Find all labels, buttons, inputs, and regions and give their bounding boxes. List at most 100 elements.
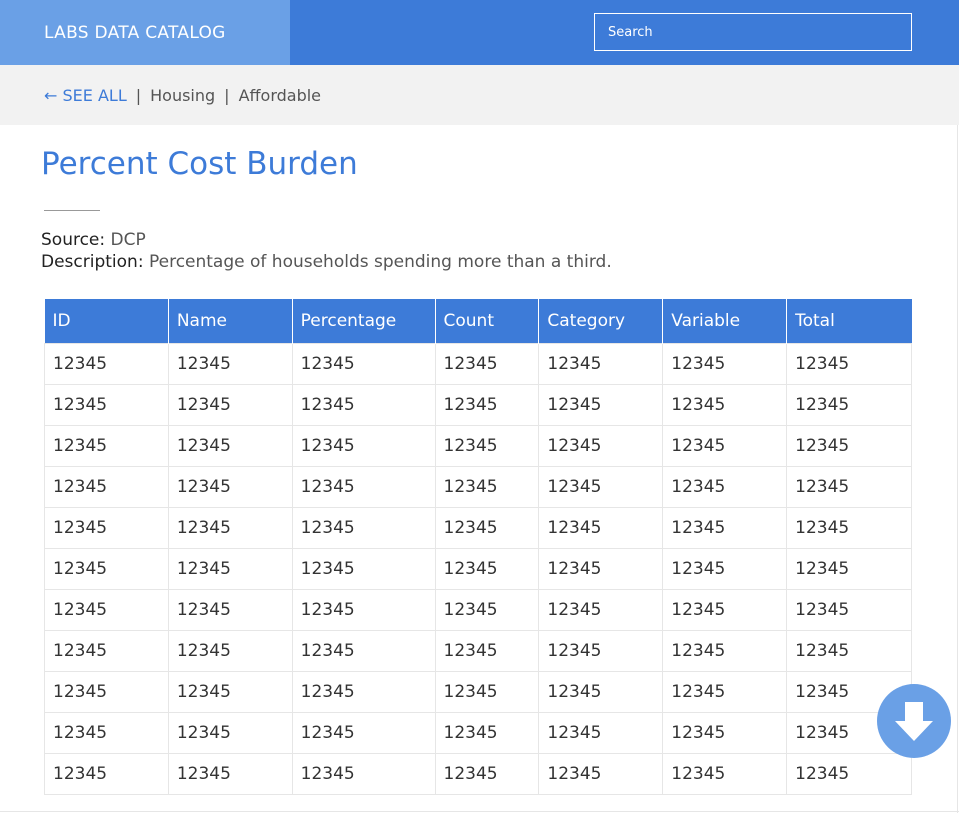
table-cell: 12345 [662, 752, 788, 795]
table-row: 12345 12345 12345 12345 12345 12345 12345 [44, 506, 912, 549]
table-cell: 12345 [167, 752, 293, 795]
table-cell: 12345 [434, 383, 540, 426]
table-cell: 12345 [538, 465, 664, 508]
table-cell: 12345 [786, 342, 912, 385]
table-cell: 12345 [434, 465, 540, 508]
table-cell: 12345 [786, 752, 912, 795]
column-header-category[interactable]: Category [538, 299, 663, 343]
table-cell: 12345 [662, 342, 788, 385]
table-cell: 12345 [786, 424, 912, 467]
column-header-percentage[interactable]: Percentage [291, 299, 435, 343]
table-cell: 12345 [291, 711, 436, 754]
source-value: DCP [110, 230, 146, 250]
breadcrumb-item-affordable[interactable]: Affordable [239, 86, 321, 105]
table-cell: 12345 [786, 588, 912, 631]
table-cell: 12345 [538, 342, 664, 385]
source-label: Source: [41, 230, 106, 250]
table-cell: 12345 [44, 752, 169, 795]
table-cell: 12345 [786, 629, 912, 672]
page-border-right [957, 125, 958, 813]
table-cell: 12345 [291, 547, 436, 590]
table-cell: 12345 [44, 465, 169, 508]
description-line: Description: Percentage of households sp… [41, 252, 612, 272]
breadcrumb: ← SEE ALL | Housing | Affordable [0, 65, 959, 125]
table-cell: 12345 [662, 711, 788, 754]
column-header-variable[interactable]: Variable [662, 299, 787, 343]
table-cell: 12345 [167, 711, 293, 754]
table-cell: 12345 [538, 670, 664, 713]
column-header-name[interactable]: Name [167, 299, 293, 343]
column-header-count[interactable]: Count [434, 299, 539, 343]
table-cell: 12345 [44, 424, 169, 467]
page-title: Percent Cost Burden [41, 146, 358, 182]
table-cell: 12345 [291, 506, 436, 549]
table-cell: 12345 [538, 547, 664, 590]
table-cell: 12345 [662, 424, 788, 467]
table-row: 12345 12345 12345 12345 12345 12345 12345 [44, 752, 912, 795]
table-cell: 12345 [786, 506, 912, 549]
table-cell: 12345 [44, 711, 169, 754]
search-input[interactable] [594, 13, 912, 51]
source-line: Source: DCP [41, 230, 146, 250]
table-cell: 12345 [167, 342, 293, 385]
data-table: ID Name Percentage Count Category Variable Tot… [44, 299, 912, 795]
table-cell: 12345 [434, 588, 540, 631]
table-cell: 12345 [662, 670, 788, 713]
download-arrow-icon [895, 702, 933, 741]
table-cell: 12345 [434, 424, 540, 467]
table-row: 12345 12345 12345 12345 12345 12345 12345 [44, 670, 912, 713]
table-cell: 12345 [434, 342, 540, 385]
table-cell: 12345 [786, 383, 912, 426]
table-row: 12345 12345 12345 12345 12345 12345 12345 [44, 383, 912, 426]
table-row: 12345 12345 12345 12345 12345 12345 12345 [44, 547, 912, 590]
table-cell: 12345 [167, 424, 293, 467]
table-row: 12345 12345 12345 12345 12345 12345 12345 [44, 424, 912, 467]
table-row: 12345 12345 12345 12345 12345 12345 12345 [44, 711, 912, 754]
page-border-bottom [0, 811, 959, 812]
description-label: Description: [41, 252, 144, 272]
brand-logo[interactable]: LABS DATA CATALOG [0, 0, 290, 65]
table-cell: 12345 [538, 506, 664, 549]
table-cell: 12345 [167, 629, 293, 672]
table-cell: 12345 [291, 629, 436, 672]
table-cell: 12345 [44, 629, 169, 672]
breadcrumb-separator: | [135, 86, 142, 105]
table-cell: 12345 [662, 547, 788, 590]
download-button[interactable] [877, 684, 951, 758]
title-divider [44, 210, 100, 211]
table-row: 12345 12345 12345 12345 12345 12345 12345 [44, 588, 912, 631]
table-header-row: ID Name Percentage Count Category Variable Tot… [44, 299, 912, 343]
table-body: 12345 12345 12345 12345 12345 12345 12345 12345… [44, 342, 912, 795]
table-cell: 12345 [662, 629, 788, 672]
table-cell: 12345 [44, 342, 169, 385]
table-cell: 12345 [538, 752, 664, 795]
table-cell: 12345 [44, 506, 169, 549]
column-header-id[interactable]: ID [44, 299, 169, 343]
table-cell: 12345 [662, 588, 788, 631]
table-cell: 12345 [291, 670, 436, 713]
breadcrumb-separator: | [224, 86, 230, 105]
table-cell: 12345 [291, 424, 436, 467]
table-row: 12345 12345 12345 12345 12345 12345 12345 [44, 342, 912, 385]
see-all-link[interactable]: ← SEE ALL [44, 86, 127, 105]
breadcrumb-item-housing[interactable]: Housing [150, 86, 215, 105]
table-cell: 12345 [291, 465, 436, 508]
table-row: 12345 12345 12345 12345 12345 12345 12345 [44, 465, 912, 508]
table-cell: 12345 [434, 547, 540, 590]
table-cell: 12345 [434, 670, 540, 713]
table-cell: 12345 [662, 383, 788, 426]
table-cell: 12345 [44, 547, 169, 590]
table-cell: 12345 [167, 506, 293, 549]
table-cell: 12345 [291, 342, 436, 385]
table-cell: 12345 [538, 711, 664, 754]
table-row: 12345 12345 12345 12345 12345 12345 12345 [44, 629, 912, 672]
table-cell: 12345 [538, 629, 664, 672]
table-cell: 12345 [786, 547, 912, 590]
column-header-total[interactable]: Total [786, 299, 912, 343]
description-value: Percentage of households spending more t… [148, 252, 612, 272]
table-cell: 12345 [434, 506, 540, 549]
table-cell: 12345 [291, 752, 436, 795]
table-cell: 12345 [44, 383, 169, 426]
table-cell: 12345 [434, 752, 540, 795]
table-cell: 12345 [434, 711, 540, 754]
